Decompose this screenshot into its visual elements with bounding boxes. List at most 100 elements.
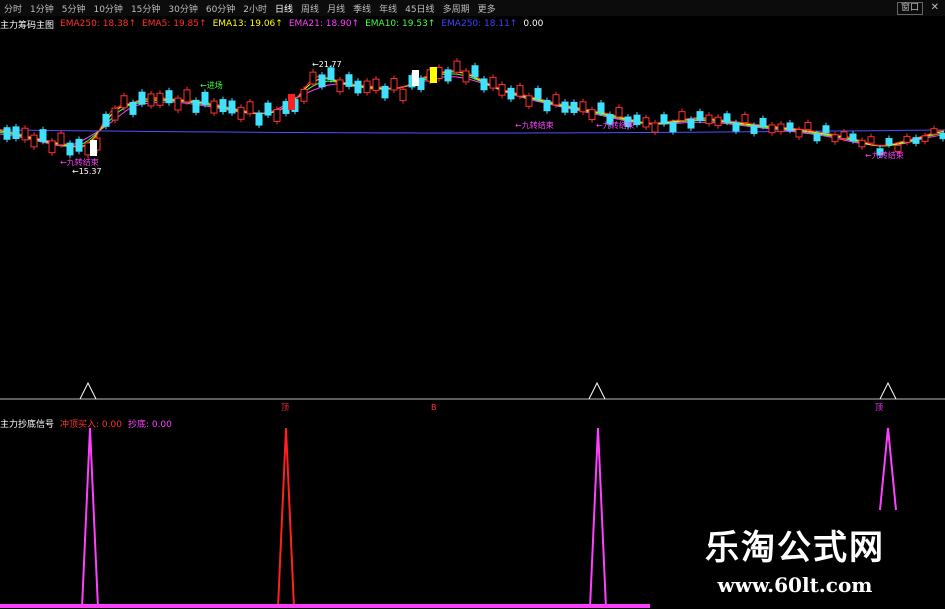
annotation-nine-end: ←九转结束 — [60, 157, 99, 167]
window-button[interactable]: 窗口 — [896, 2, 923, 15]
candle — [39, 126, 47, 145]
timeframe-tab-11[interactable]: 季线 — [349, 2, 375, 15]
candle-body — [75, 138, 83, 152]
timeframe-tab-7[interactable]: 2小时 — [239, 2, 271, 15]
candle-body — [498, 84, 506, 96]
candle-body — [552, 94, 560, 106]
candle — [912, 134, 920, 147]
signal-caret-2 — [879, 381, 897, 400]
annotation-nine-end-2: ←九转结束 — [515, 120, 554, 130]
timeframe-tab-6[interactable]: 60分钟 — [202, 2, 239, 15]
timeframe-tab-15[interactable]: 更多 — [474, 2, 500, 15]
candle — [480, 75, 488, 93]
timeframe-tab-3[interactable]: 10分钟 — [89, 2, 126, 15]
indicator-info-bar: 主力筹码主图 EMA250: 18.38↑ EMA5: 19.85↑ EMA13: … — [0, 18, 549, 31]
candle — [237, 104, 245, 123]
candle-body — [471, 65, 479, 78]
indicator-value-1: EMA5: 19.85↑ — [142, 19, 207, 29]
indicator-value-6: 0.00 — [523, 19, 544, 29]
timeframe-tab-1[interactable]: 1分钟 — [26, 2, 58, 15]
candle-body — [597, 102, 605, 114]
candle-body — [30, 134, 38, 148]
candle — [102, 111, 110, 130]
annotation-nine-end-3: ←九转结束 — [596, 120, 635, 130]
candle-body — [867, 136, 875, 144]
signal-caret-1 — [588, 381, 606, 400]
candle — [498, 81, 506, 99]
candle — [768, 121, 776, 136]
timeframe-tab-13[interactable]: 45日线 — [401, 2, 438, 15]
candle-body — [678, 111, 686, 122]
candle — [48, 137, 56, 156]
candle-body — [768, 124, 776, 134]
sub-indicator-info: 主力抄底信号 冲顶买入: 0.00 抄底: 0.00 — [0, 417, 178, 430]
timeframe-tab-12[interactable]: 年线 — [375, 2, 401, 15]
indicator-value-2: EMA13: 19.06↑ — [212, 19, 283, 29]
candle — [120, 92, 128, 111]
candle — [462, 67, 470, 85]
candle-body — [669, 122, 677, 133]
candle — [633, 112, 641, 128]
timeframe-tab-9[interactable]: 周线 — [297, 2, 323, 15]
candle-body — [219, 99, 227, 113]
candle — [858, 137, 866, 150]
candle-body — [3, 127, 11, 140]
signal-spike-2 — [589, 427, 607, 609]
candlestick-chart[interactable]: ←进场←21.77←九转结束←15.37←九转结束 ←九转结束←九转结束 — [0, 30, 945, 380]
candle-body — [633, 114, 641, 126]
candle-body — [372, 78, 380, 92]
candle-body — [561, 101, 569, 113]
timeframe-tab-4[interactable]: 15分钟 — [127, 2, 164, 15]
candle — [561, 99, 569, 116]
candle — [345, 71, 353, 90]
candle — [201, 89, 209, 108]
signal-spike-3 — [879, 427, 897, 511]
timeframe-tab-2[interactable]: 5分钟 — [58, 2, 90, 15]
close-icon[interactable]: ✕ — [931, 2, 939, 13]
candle-body — [444, 69, 452, 82]
bottom-bar — [0, 604, 650, 608]
candle-body — [777, 123, 785, 133]
candle-body — [273, 109, 281, 122]
candle — [489, 74, 497, 92]
candle-body — [849, 133, 857, 142]
candle — [156, 90, 164, 109]
candle — [57, 130, 65, 148]
timeframe-tab-8[interactable]: 日线 — [271, 2, 297, 15]
indicator-name[interactable]: 主力筹码主图 — [0, 18, 54, 31]
candle-body — [48, 140, 56, 154]
watermark-url: www.60lt.com — [717, 573, 873, 597]
candle-body — [309, 71, 317, 85]
highlight-candle-2 — [288, 94, 295, 110]
watermark-title: 乐淘公式网 — [705, 528, 885, 568]
indicator-value-4: EMA10: 19.53↑ — [365, 19, 436, 29]
indicator-value-5: EMA250: 18.11↑ — [441, 19, 518, 29]
timeframe-tab-10[interactable]: 月线 — [323, 2, 349, 15]
candle — [111, 105, 119, 124]
candle-body — [363, 80, 371, 94]
candle — [363, 78, 371, 96]
candle-body — [930, 128, 938, 135]
annotation-buy: ←进场 — [200, 81, 223, 90]
candle-body — [12, 126, 20, 139]
candle — [300, 86, 308, 105]
candle-body — [111, 107, 119, 121]
candle-body — [21, 127, 29, 141]
candle-body — [831, 134, 839, 143]
timeframe-tab-5[interactable]: 30分钟 — [164, 2, 201, 15]
candle-body — [381, 85, 389, 99]
candle — [705, 112, 713, 127]
candle — [12, 123, 20, 142]
sub-indicator-title[interactable]: 主力抄底信号 — [0, 417, 54, 430]
candle — [453, 58, 461, 76]
candle-body — [489, 76, 497, 89]
candle-body — [174, 97, 182, 111]
candle-body — [642, 117, 650, 128]
indicator-value-0: EMA250: 18.38↑ — [60, 19, 137, 29]
candle-body — [345, 74, 353, 87]
candle — [255, 110, 263, 129]
watermark: 乐淘公式网 www.60lt.com — [690, 528, 900, 598]
timeframe-tab-0[interactable]: 分时 — [0, 2, 26, 15]
candle — [219, 96, 227, 115]
timeframe-tab-14[interactable]: 多周期 — [439, 2, 474, 15]
